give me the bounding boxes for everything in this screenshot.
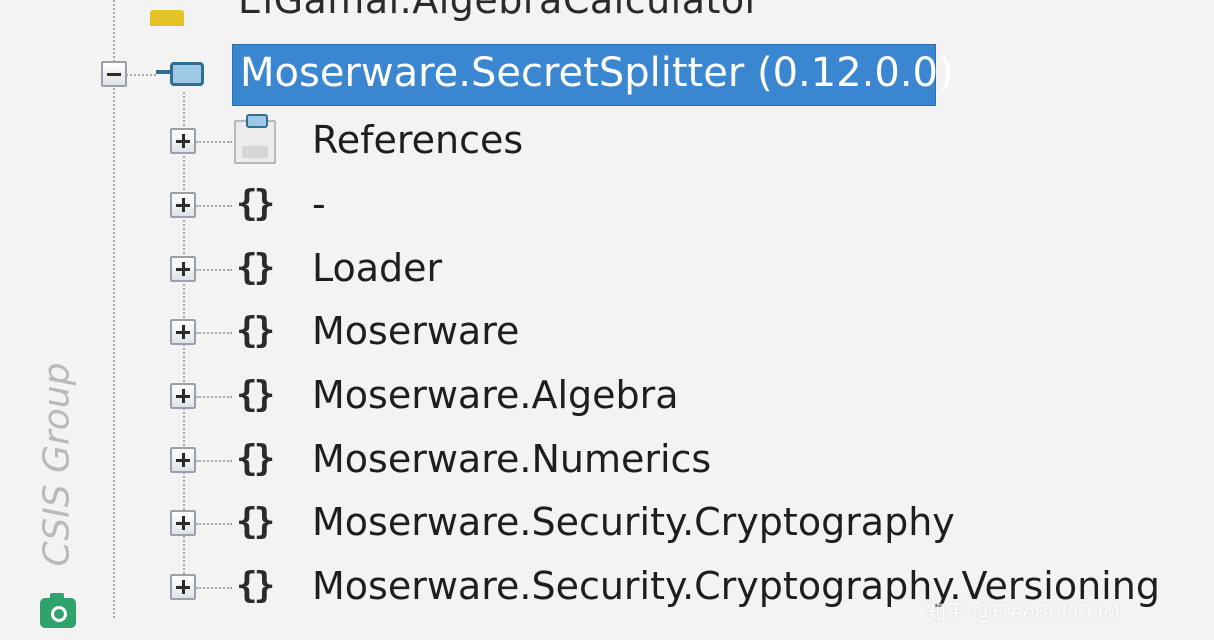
tree-row-label[interactable]: - xyxy=(312,182,326,226)
references-icon xyxy=(234,112,280,166)
expand-toggle[interactable] xyxy=(170,128,196,154)
namespace-icon: {} xyxy=(236,247,275,288)
tree-connector-line xyxy=(196,205,232,207)
assembly-label: Moserware.SecretSplitter (0.12.0.0) xyxy=(240,50,954,96)
tree-connector-line xyxy=(196,141,232,143)
tree-row-label[interactable]: Moserware.Algebra xyxy=(312,373,679,417)
tree-row-label[interactable]: Moserware.Security.Cryptography xyxy=(312,500,955,544)
tree-row-label[interactable]: References xyxy=(312,118,523,162)
tree-connector-line xyxy=(196,269,232,271)
expand-toggle[interactable] xyxy=(170,447,196,473)
camera-icon xyxy=(40,593,76,628)
warning-icon xyxy=(150,10,184,26)
namespace-icon: {} xyxy=(236,310,275,351)
tree-connector-line xyxy=(196,587,232,589)
namespace-icon: {} xyxy=(236,438,275,479)
tree-row-label[interactable]: Loader xyxy=(312,246,442,290)
corner-watermark: 知乎 @FreeBuf.COM xyxy=(926,600,1121,624)
expand-toggle[interactable] xyxy=(170,256,196,282)
tree-connector-line xyxy=(126,74,156,76)
namespace-icon: {} xyxy=(236,183,275,224)
tree-connector-line xyxy=(113,0,115,618)
expand-toggle[interactable] xyxy=(170,383,196,409)
side-watermark-text: CSIS Group xyxy=(36,362,78,567)
tree-view-panel: ElGamal.AlgebraCalculator Moserware.Secr… xyxy=(0,0,1214,640)
side-watermark: CSIS Group xyxy=(24,352,84,582)
tree-connector-line xyxy=(196,332,232,334)
tree-row-label: ElGamal.AlgebraCalculator xyxy=(238,0,761,22)
namespace-icon: {} xyxy=(236,565,275,606)
tree-connector-line xyxy=(196,460,232,462)
collapse-toggle[interactable] xyxy=(101,61,127,87)
tree-connector-line xyxy=(196,396,232,398)
tree-row-label[interactable]: Moserware.Numerics xyxy=(312,437,711,481)
expand-toggle[interactable] xyxy=(170,319,196,345)
expand-toggle[interactable] xyxy=(170,510,196,536)
tree-row-label[interactable]: Moserware xyxy=(312,309,519,353)
assembly-icon xyxy=(156,58,208,90)
tree-connector-line xyxy=(196,523,232,525)
expand-toggle[interactable] xyxy=(170,192,196,218)
expand-toggle[interactable] xyxy=(170,574,196,600)
namespace-icon: {} xyxy=(236,374,275,415)
namespace-icon: {} xyxy=(236,501,275,542)
